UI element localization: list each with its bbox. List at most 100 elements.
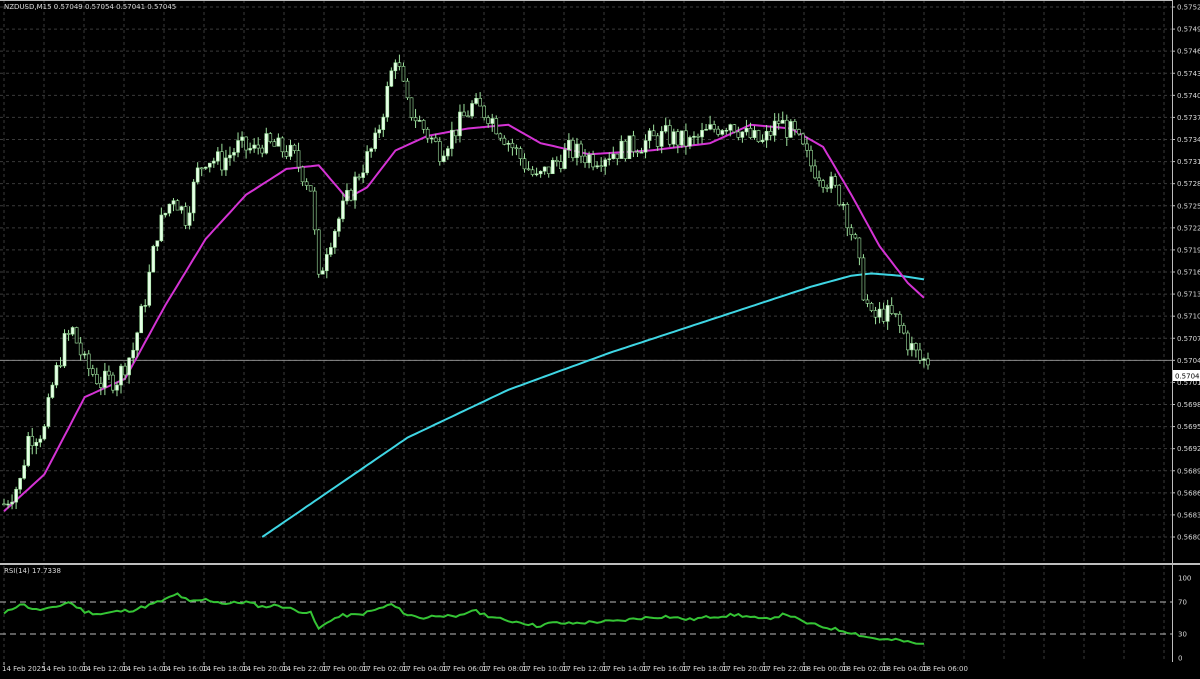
candle-body (421, 120, 426, 130)
candle-body (119, 365, 123, 386)
candle-body (74, 327, 79, 344)
candle-body (776, 120, 781, 124)
candle-body (869, 303, 874, 311)
candle-body (740, 131, 745, 138)
candle-body (684, 130, 688, 147)
candle-body (341, 200, 345, 220)
candle-body (764, 130, 769, 141)
candle-body (369, 148, 373, 152)
price-tick-label: 0.57375 (1177, 114, 1200, 122)
candle-body (526, 168, 531, 171)
candle-body (6, 503, 10, 506)
candle-body (300, 166, 305, 183)
candle-body (688, 137, 692, 147)
candle-body (111, 374, 115, 391)
candle-body (90, 368, 95, 375)
candle-body (607, 158, 612, 161)
rsi-tick-label: 70 (1178, 599, 1187, 607)
candle-body (494, 118, 499, 135)
price-tick-label: 0.56985 (1177, 401, 1200, 409)
candle-body (752, 130, 757, 138)
candle-body (825, 186, 829, 189)
candle-body (240, 136, 244, 141)
candle-body (18, 478, 22, 490)
candle-body (583, 155, 587, 164)
rsi-panel (0, 592, 1172, 645)
candle-body (345, 190, 349, 202)
candle-body (397, 62, 402, 67)
candle-body (885, 305, 890, 322)
candle-body (30, 435, 35, 447)
candle-body (680, 130, 684, 146)
candle-body (627, 135, 632, 160)
candle-body (659, 131, 664, 147)
candle-body (506, 142, 511, 145)
candle-body (26, 435, 31, 466)
candle-body (897, 313, 902, 326)
candle-body (256, 144, 261, 149)
candle-body (744, 128, 749, 133)
candle-body (478, 98, 482, 107)
candle-body (324, 254, 329, 272)
candle-body (22, 465, 26, 479)
symbol-header: NZDUSD,M15 0.57049 0.57054 0.57041 0.570… (4, 3, 176, 11)
candle-body (135, 332, 139, 351)
candle-body (252, 144, 256, 149)
candle-body (647, 130, 652, 141)
candle-body (611, 153, 616, 160)
candle-body (417, 120, 422, 122)
candle-body (42, 426, 47, 440)
candle-body (486, 117, 490, 124)
candle-body (667, 125, 672, 145)
candle-body (498, 133, 503, 139)
candle-body (46, 397, 51, 427)
candle-body (433, 137, 438, 142)
candle-body (236, 140, 240, 153)
candle-body (756, 130, 761, 143)
candle-body (466, 115, 470, 118)
price-tick-label: 0.56865 (1177, 489, 1200, 497)
candle-body (442, 155, 446, 162)
candle-body (542, 166, 547, 172)
rsi-path (3, 592, 925, 645)
candle-body (50, 384, 55, 398)
candle-body (768, 130, 773, 136)
price-tick-label: 0.57285 (1177, 180, 1200, 188)
candle-body (599, 165, 603, 168)
candle-body (268, 133, 273, 143)
candle-body (107, 370, 111, 376)
candle-body (631, 135, 636, 152)
candle-body (2, 503, 6, 506)
candle-body (748, 128, 753, 138)
candle-body (510, 142, 515, 149)
candle-body (409, 97, 414, 118)
candle-body (482, 105, 486, 118)
candle-body (199, 167, 204, 170)
candle-body (413, 117, 418, 122)
candle-body (692, 135, 696, 138)
candle-body (163, 212, 168, 216)
candle-body (514, 147, 519, 150)
candle-body (651, 130, 656, 137)
candle-body (772, 120, 777, 136)
chart-canvas[interactable]: 0.57525 0.57495 0.57465 0.57435 0.57405 0.573… (0, 0, 1200, 675)
candle-body (821, 180, 825, 188)
candle-body (357, 176, 361, 179)
candle-body (615, 153, 620, 159)
price-tick-label: 0.57435 (1177, 70, 1200, 78)
price-tick-label: 0.57135 (1177, 291, 1200, 299)
grid (0, 0, 1172, 662)
candle-body (244, 136, 248, 151)
candle-body (502, 137, 507, 145)
chart-window[interactable]: 0.57525 0.57495 0.57465 0.57435 0.57405 0.573… (0, 0, 1200, 675)
candle-body (736, 131, 741, 138)
time-tick-label: 14 Feb 2025 (2, 665, 46, 673)
current-price-label: 0.57045 (1175, 373, 1200, 381)
candle-body (296, 150, 301, 168)
candle-body (381, 116, 386, 130)
candle-body (571, 139, 575, 159)
candle-body (700, 129, 704, 138)
candle-body (591, 154, 595, 168)
candle-body (95, 374, 99, 384)
candle-body (712, 124, 716, 130)
